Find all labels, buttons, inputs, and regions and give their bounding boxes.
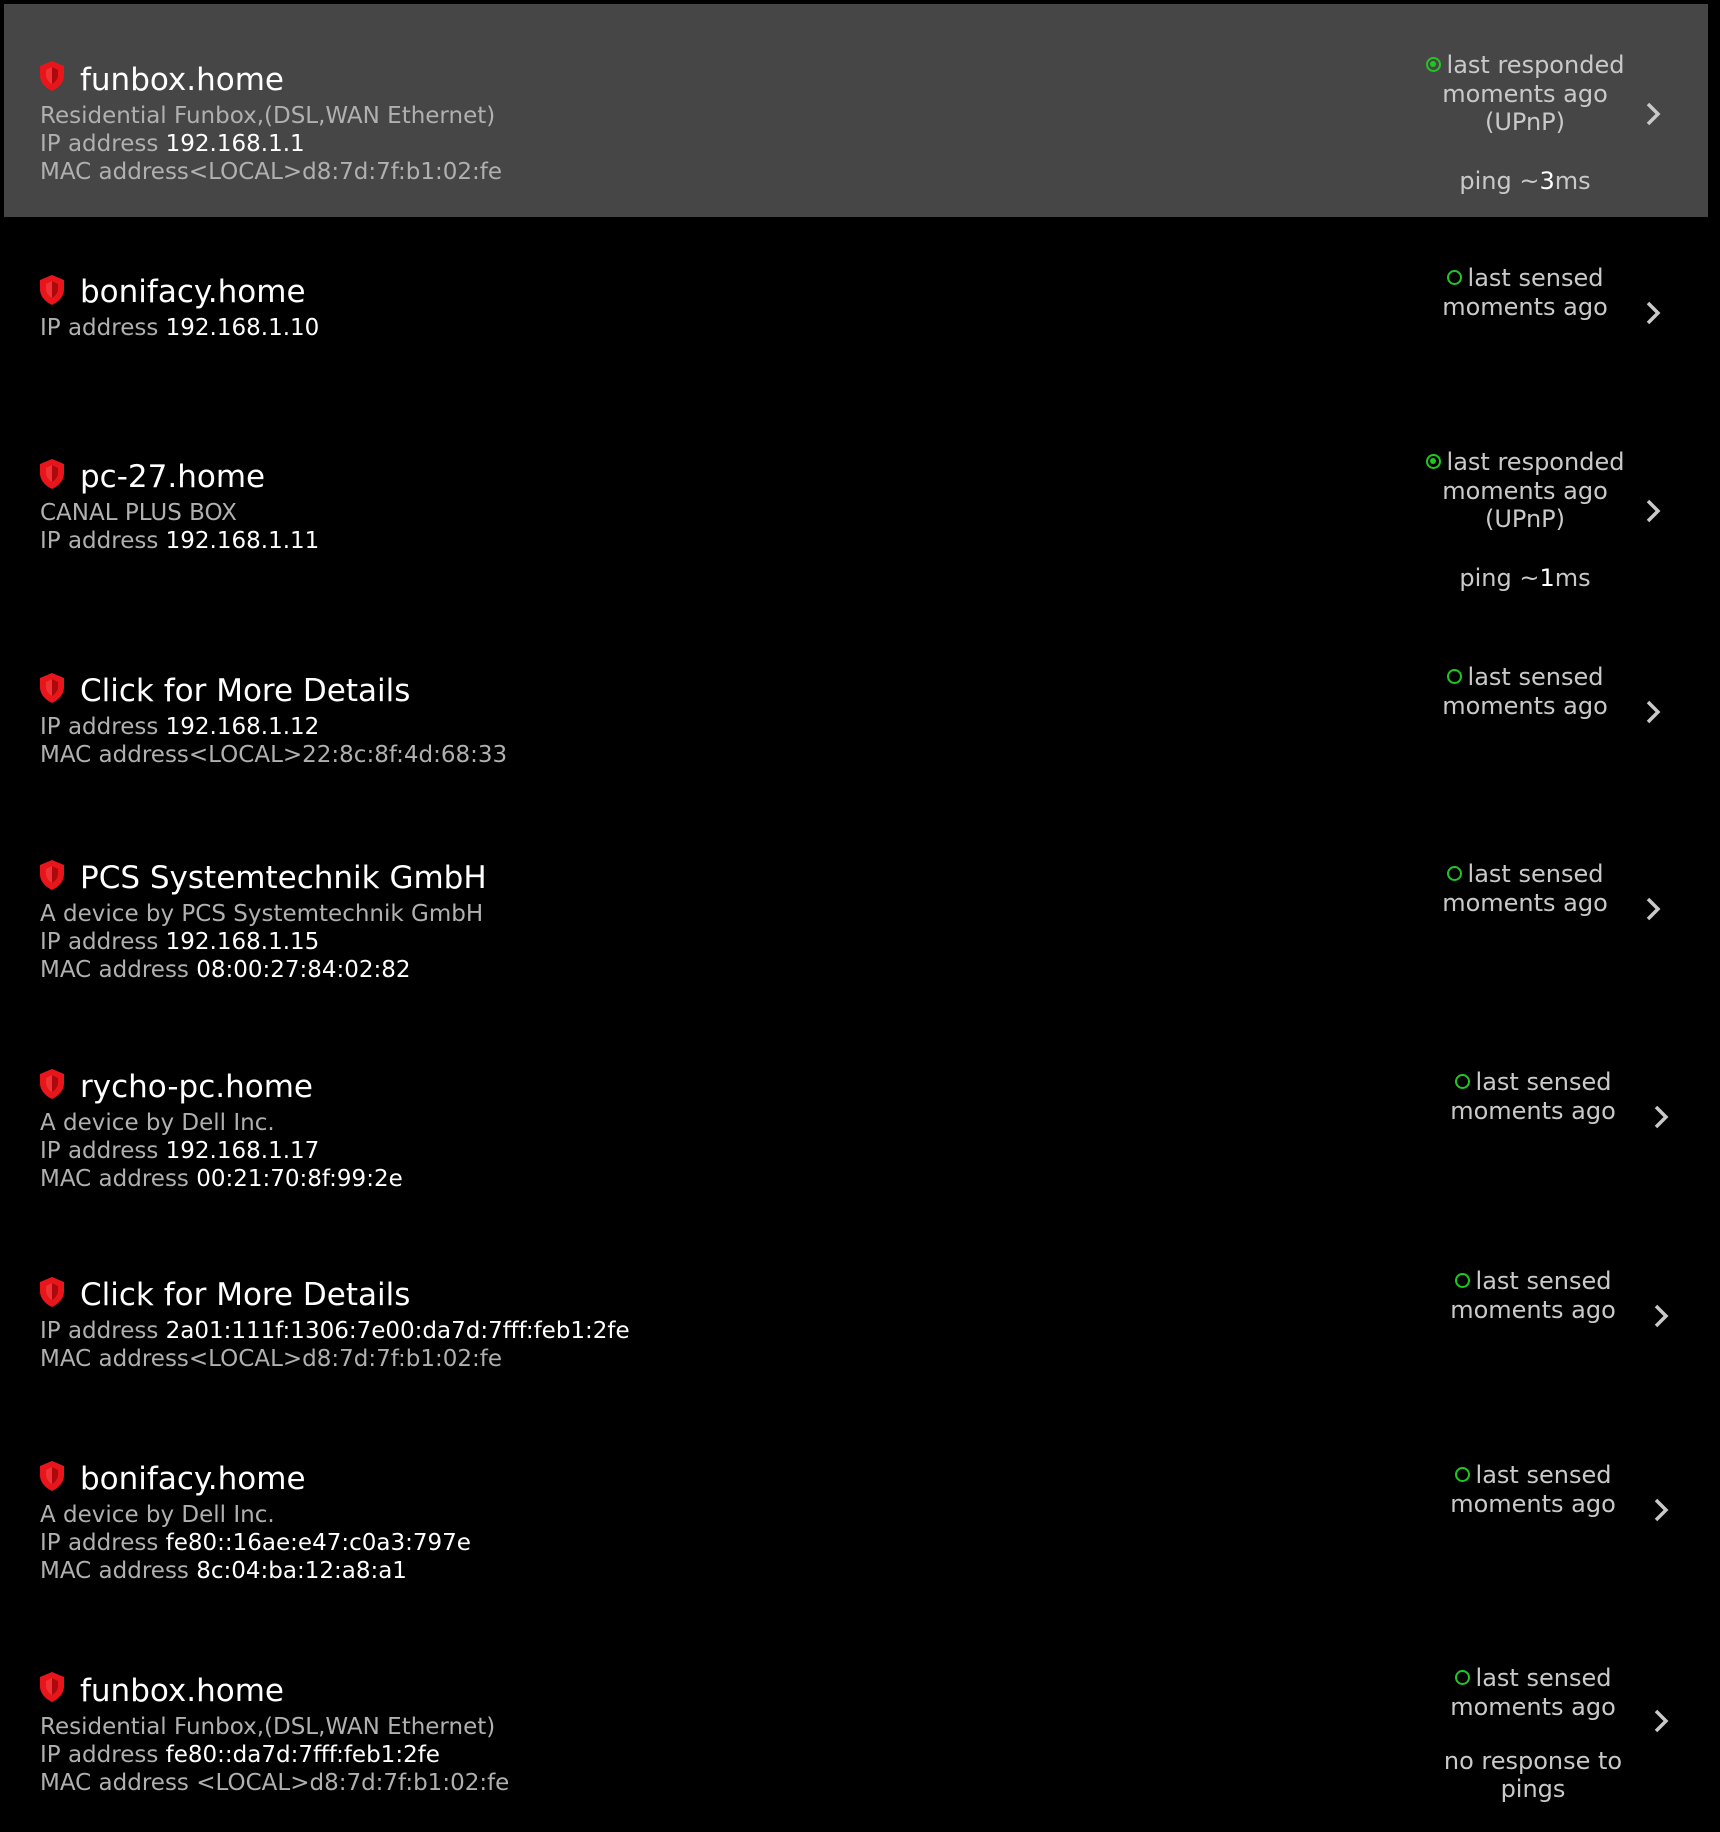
device-ip: IP address 192.168.1.10 — [40, 315, 320, 341]
device-mac: MAC address <LOCAL>d8:7d:7f:b1:02:fe — [40, 1770, 510, 1796]
device-status: last sensed moments ago — [1442, 264, 1608, 321]
chevron-right-icon[interactable] — [1650, 1496, 1672, 1524]
device-row[interactable]: bonifacy.home A device by Dell Inc. IP a… — [4, 1423, 1708, 1635]
device-name: pc-27.home — [80, 459, 266, 495]
chevron-right-icon[interactable] — [1642, 895, 1664, 923]
ping-time: ping ~3ms — [1459, 167, 1591, 195]
chevron-right-icon[interactable] — [1642, 497, 1664, 525]
status-dot-icon — [1446, 669, 1462, 684]
device-name: funbox.home — [80, 1673, 284, 1709]
device-description: Residential Funbox,(DSL,WAN Ethernet) — [40, 103, 496, 129]
device-row[interactable]: PCS Systemtechnik GmbH A device by PCS S… — [4, 819, 1708, 1030]
device-status: last sensed moments ago — [1450, 1664, 1616, 1721]
device-name: bonifacy.home — [80, 274, 306, 310]
status-dot-icon — [1454, 1670, 1470, 1685]
device-description: A device by Dell Inc. — [40, 1110, 275, 1136]
status-dot-icon — [1446, 866, 1462, 881]
chevron-right-icon[interactable] — [1650, 1302, 1672, 1330]
shield-icon — [40, 1672, 64, 1702]
shield-icon — [40, 673, 64, 703]
device-mac: MAC address 8c:04:ba:12:a8:a1 — [40, 1558, 407, 1584]
device-status: last responded moments ago (UPnP) — [1405, 51, 1645, 137]
device-status: last responded moments ago (UPnP) — [1405, 448, 1645, 534]
shield-icon — [40, 275, 64, 305]
device-status: last sensed moments ago — [1450, 1461, 1616, 1518]
device-status: last sensed moments ago — [1450, 1267, 1616, 1324]
device-ip: IP address fe80::da7d:7fff:feb1:2fe — [40, 1742, 440, 1768]
device-status: last sensed moments ago — [1442, 860, 1608, 917]
device-row[interactable]: rycho-pc.home A device by Dell Inc. IP a… — [4, 1030, 1708, 1227]
device-ip: IP address 192.168.1.1 — [40, 131, 305, 157]
status-dot-icon — [1454, 1273, 1470, 1288]
device-name: bonifacy.home — [80, 1461, 306, 1497]
device-mac: MAC address<LOCAL>d8:7d:7f:b1:02:fe — [40, 1346, 503, 1372]
device-list: funbox.home Residential Funbox,(DSL,WAN … — [0, 0, 1720, 1832]
device-ip: IP address 192.168.1.12 — [40, 714, 320, 740]
device-row[interactable]: funbox.home Residential Funbox,(DSL,WAN … — [4, 1635, 1708, 1832]
shield-icon — [40, 1277, 64, 1307]
device-description: Residential Funbox,(DSL,WAN Ethernet) — [40, 1714, 496, 1740]
chevron-right-icon[interactable] — [1650, 1707, 1672, 1735]
device-mac: MAC address<LOCAL>d8:7d:7f:b1:02:fe — [40, 159, 503, 185]
shield-icon — [40, 61, 64, 91]
device-row[interactable]: pc-27.home CANAL PLUS BOX IP address 192… — [4, 406, 1708, 629]
device-name: rycho-pc.home — [80, 1069, 313, 1105]
shield-icon — [40, 1069, 64, 1099]
device-ip: IP address 192.168.1.17 — [40, 1138, 320, 1164]
device-name: PCS Systemtechnik GmbH — [80, 860, 487, 896]
device-status: last sensed moments ago — [1442, 663, 1608, 720]
chevron-right-icon[interactable] — [1642, 698, 1664, 726]
device-row[interactable]: funbox.home Residential Funbox,(DSL,WAN … — [4, 4, 1708, 217]
status-dot-icon — [1425, 454, 1441, 469]
device-name: Click for More Details — [80, 1277, 411, 1313]
ping-note: no response to pings — [1443, 1747, 1623, 1803]
status-dot-icon — [1454, 1074, 1470, 1089]
device-status: last sensed moments ago — [1450, 1068, 1616, 1125]
device-mac: MAC address<LOCAL>22:8c:8f:4d:68:33 — [40, 742, 508, 768]
shield-icon — [40, 1461, 64, 1491]
device-ip: IP address fe80::16ae:e47:c0a3:797e — [40, 1530, 471, 1556]
chevron-right-icon[interactable] — [1650, 1103, 1672, 1131]
status-dot-icon — [1425, 57, 1441, 72]
device-row[interactable]: bonifacy.home IP address 192.168.1.10 la… — [4, 217, 1708, 406]
chevron-right-icon[interactable] — [1642, 299, 1664, 327]
device-description: CANAL PLUS BOX — [40, 500, 237, 526]
device-mac: MAC address 08:00:27:84:02:82 — [40, 957, 411, 983]
device-description: A device by Dell Inc. — [40, 1502, 275, 1528]
device-ip: IP address 192.168.1.11 — [40, 528, 320, 554]
device-row[interactable]: Click for More Details IP address 192.16… — [4, 629, 1708, 819]
status-dot-icon — [1454, 1467, 1470, 1482]
device-description: A device by PCS Systemtechnik GmbH — [40, 901, 484, 927]
shield-icon — [40, 860, 64, 890]
device-ip: IP address 2a01:111f:1306:7e00:da7d:7fff… — [40, 1318, 630, 1344]
device-name: funbox.home — [80, 62, 284, 98]
device-ip: IP address 192.168.1.15 — [40, 929, 320, 955]
device-row[interactable]: Click for More Details IP address 2a01:1… — [4, 1227, 1708, 1423]
device-name: Click for More Details — [80, 673, 411, 709]
chevron-right-icon[interactable] — [1642, 100, 1664, 128]
shield-icon — [40, 459, 64, 489]
device-mac: MAC address 00:21:70:8f:99:2e — [40, 1166, 403, 1192]
status-dot-icon — [1446, 270, 1462, 285]
ping-time: ping ~1ms — [1459, 564, 1591, 592]
